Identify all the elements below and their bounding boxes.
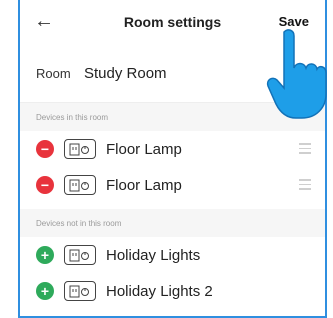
device-row: − Floor Lamp bbox=[20, 131, 325, 167]
device-row: + Holiday Lights bbox=[20, 237, 325, 273]
add-device-button[interactable]: + bbox=[36, 246, 54, 264]
remove-device-button[interactable]: − bbox=[36, 176, 54, 194]
plug-icon bbox=[64, 281, 96, 301]
device-name: Floor Lamp bbox=[106, 176, 182, 194]
device-name: Holiday Lights bbox=[106, 246, 201, 264]
plug-icon bbox=[64, 245, 96, 265]
device-name: Holiday Lights 2 bbox=[106, 282, 213, 300]
pointing-hand-icon bbox=[266, 29, 327, 119]
device-row: − Floor Lamp bbox=[20, 167, 325, 203]
room-label: Room bbox=[36, 65, 71, 81]
save-button[interactable]: Save bbox=[279, 14, 309, 29]
plug-icon bbox=[64, 175, 96, 195]
add-device-button[interactable]: + bbox=[36, 282, 54, 300]
room-name-value[interactable]: Study Room bbox=[84, 65, 167, 82]
section-devices-not-in-room: Devices not in this room bbox=[20, 209, 325, 237]
device-row: + Holiday Lights 2 bbox=[20, 273, 325, 309]
remove-device-button[interactable]: − bbox=[36, 140, 54, 158]
plug-icon bbox=[64, 139, 96, 159]
drag-handle-icon[interactable] bbox=[299, 179, 311, 193]
drag-handle-icon[interactable] bbox=[299, 143, 311, 157]
device-name: Floor Lamp bbox=[106, 140, 182, 158]
